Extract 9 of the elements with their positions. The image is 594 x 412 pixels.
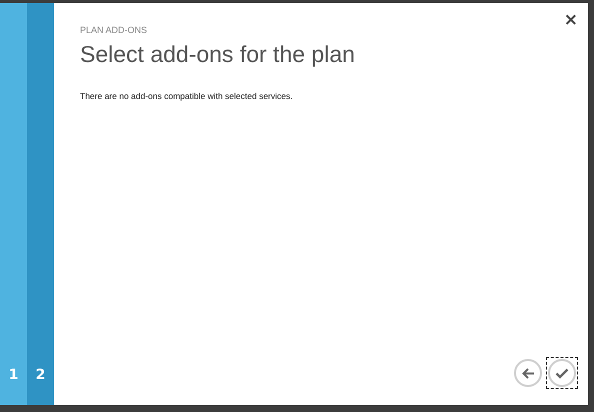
checkmark-icon (555, 368, 569, 378)
finish-button[interactable] (546, 357, 578, 389)
info-message: There are no add-ons compatible with selected services. (80, 91, 294, 101)
close-button[interactable]: × (562, 12, 580, 29)
back-arrow-icon (522, 368, 534, 378)
wizard-step[interactable]: 1 (0, 3, 27, 405)
section-label: PLAN ADD-ONS (80, 25, 148, 35)
wizard-step[interactable]: 2 (27, 3, 54, 405)
dialog-title: Select add-ons for the plan (80, 41, 356, 68)
